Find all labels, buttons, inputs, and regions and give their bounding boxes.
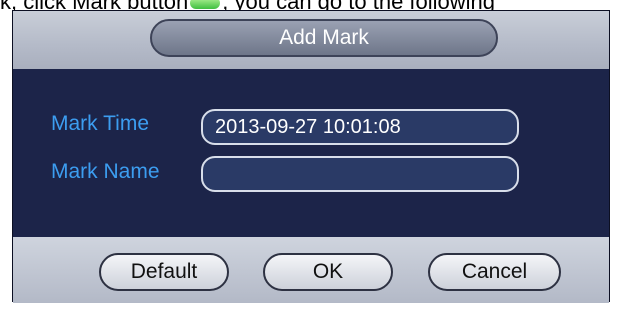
mark-time-label: Mark Time [51, 112, 150, 135]
mark-button-icon [190, 0, 221, 10]
cancel-button[interactable]: Cancel [428, 253, 561, 291]
dialog-title-bar: Add Mark [13, 11, 609, 69]
add-mark-dialog: Add Mark Mark Time 2013-09-27 10:01:08 M… [12, 10, 610, 303]
default-button[interactable]: Default [99, 253, 229, 291]
mark-name-label: Mark Name [51, 160, 160, 183]
ok-button[interactable]: OK [263, 253, 393, 291]
dialog-button-bar: Default OK Cancel [13, 237, 609, 303]
mark-time-field[interactable]: 2013-09-27 10:01:08 [201, 109, 519, 145]
mark-name-field[interactable] [201, 156, 519, 192]
dialog-title: Add Mark [150, 19, 498, 57]
